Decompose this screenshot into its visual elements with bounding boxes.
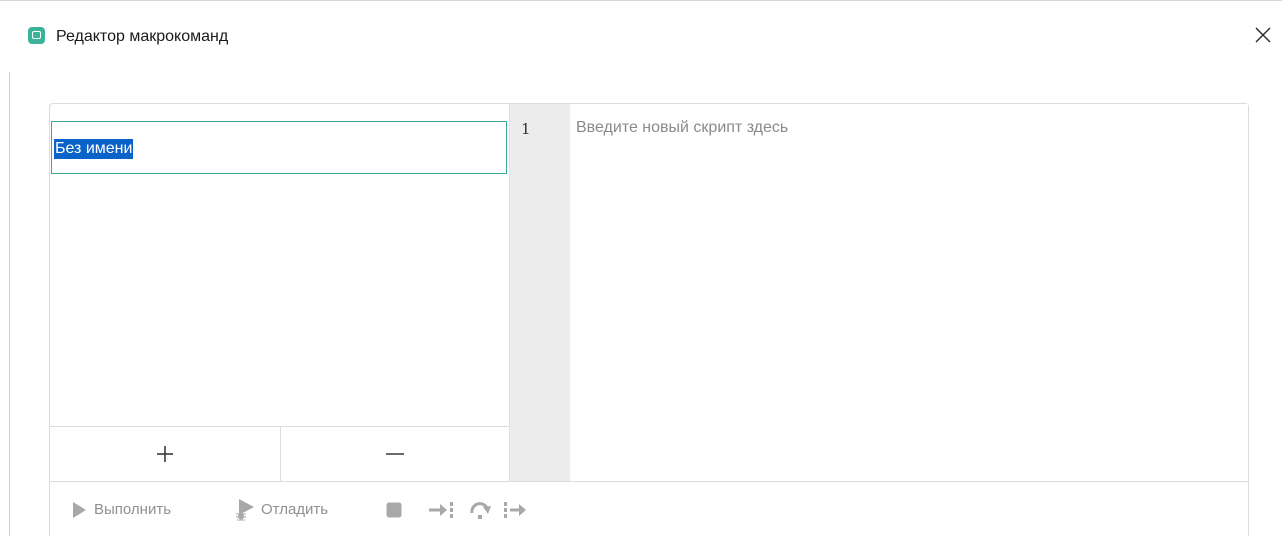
list-buttons <box>50 426 509 481</box>
plus-icon <box>157 446 173 462</box>
debug-label: Отладить <box>261 501 329 518</box>
list-item[interactable]: Без имени <box>51 121 507 174</box>
run-toolbar: Выполнить Отладить <box>50 481 1248 537</box>
debug-icon <box>236 498 254 520</box>
step-into-button[interactable] <box>428 482 454 537</box>
step-out-button[interactable] <box>503 482 529 537</box>
step-out-icon <box>504 501 526 518</box>
remove-macro-button[interactable] <box>281 427 509 481</box>
editor-panel: Без имени 1 Введите новый скрипт здесь В… <box>49 103 1249 536</box>
line-number-gutter: 1 <box>510 104 570 481</box>
window-left-border <box>9 72 10 536</box>
editor-placeholder: Введите новый скрипт здесь <box>576 119 789 136</box>
add-macro-button[interactable] <box>50 427 281 481</box>
script-editor[interactable]: Введите новый скрипт здесь <box>570 104 1248 481</box>
close-icon <box>1255 27 1271 43</box>
debug-button[interactable]: Отладить <box>235 482 328 537</box>
run-button[interactable]: Выполнить <box>71 482 171 537</box>
title-bar: Редактор макрокоманд <box>0 0 1282 80</box>
close-button[interactable] <box>1250 22 1276 48</box>
run-label: Выполнить <box>94 501 172 518</box>
step-over-icon <box>470 501 491 519</box>
stop-icon <box>386 502 402 517</box>
window-title: Редактор макрокоманд <box>56 28 229 45</box>
macro-list: Без имени <box>50 104 509 426</box>
step-into-icon <box>429 501 453 518</box>
stop-button[interactable] <box>385 482 403 537</box>
minus-icon <box>386 453 404 455</box>
step-over-button[interactable] <box>469 482 493 537</box>
macro-name-input[interactable]: Без имени <box>54 139 134 159</box>
macro-editor-window: Редактор макрокоманд Без имени 1 Введите… <box>0 0 1282 536</box>
app-logo-icon <box>28 27 45 44</box>
line-number: 1 <box>521 120 531 138</box>
play-icon <box>73 501 86 518</box>
